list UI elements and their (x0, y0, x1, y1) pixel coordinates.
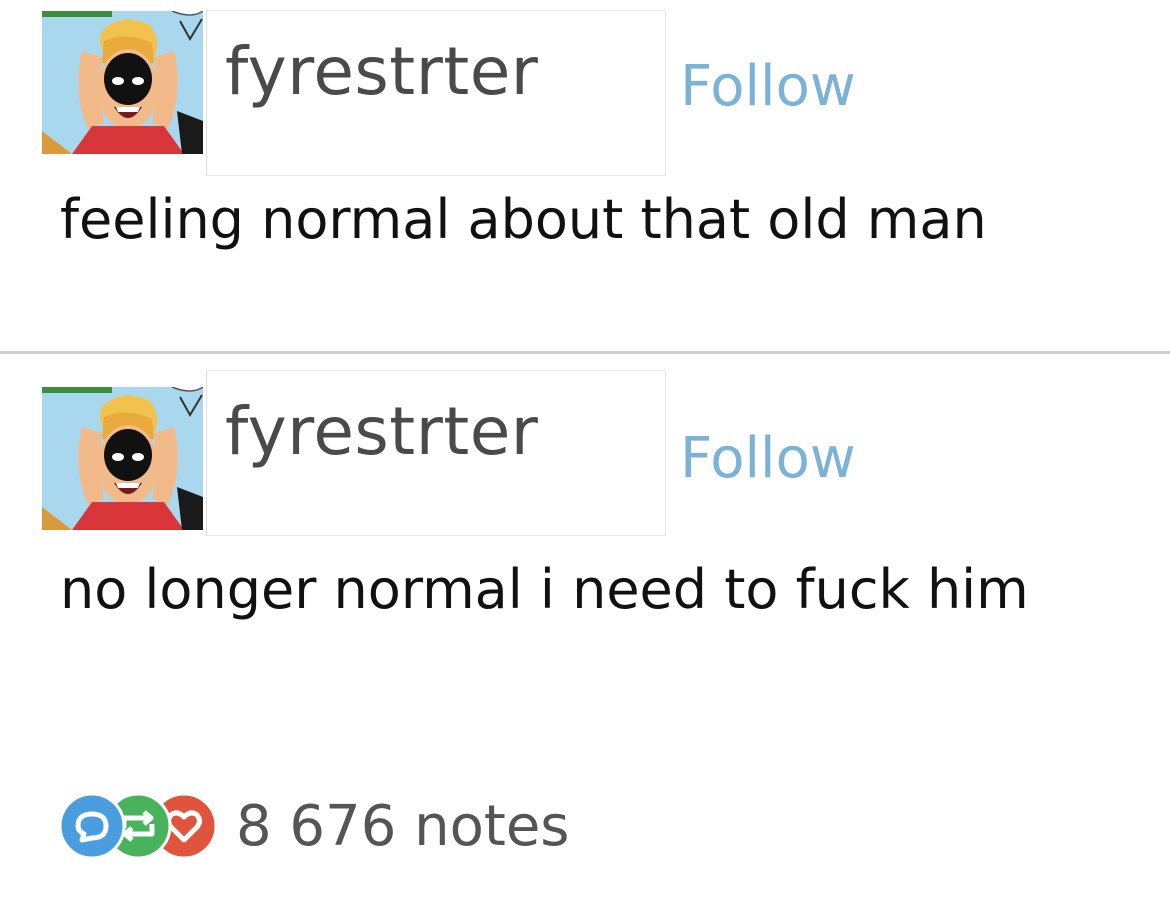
notes-row: 8 676 notes (58, 792, 758, 862)
post-text: feeling normal about that old man (60, 188, 987, 251)
comic-avatar-icon[interactable] (42, 11, 203, 154)
notes-count[interactable]: 8 676 notes (236, 794, 569, 859)
username[interactable]: fyrestrter (225, 393, 538, 470)
post-2: fyrestrter Follow no longer normal i nee… (0, 354, 1170, 916)
follow-button[interactable]: Follow (680, 426, 856, 491)
username-box[interactable]: fyrestrter (206, 10, 666, 176)
post-text: no longer normal i need to fuck him (60, 558, 1029, 621)
comic-avatar-icon[interactable] (42, 387, 203, 530)
post-1: fyrestrter Follow feeling normal about t… (0, 0, 1170, 352)
follow-button[interactable]: Follow (680, 54, 856, 119)
username[interactable]: fyrestrter (225, 33, 538, 110)
reply-icon[interactable] (58, 792, 126, 860)
username-box[interactable]: fyrestrter (206, 370, 666, 536)
